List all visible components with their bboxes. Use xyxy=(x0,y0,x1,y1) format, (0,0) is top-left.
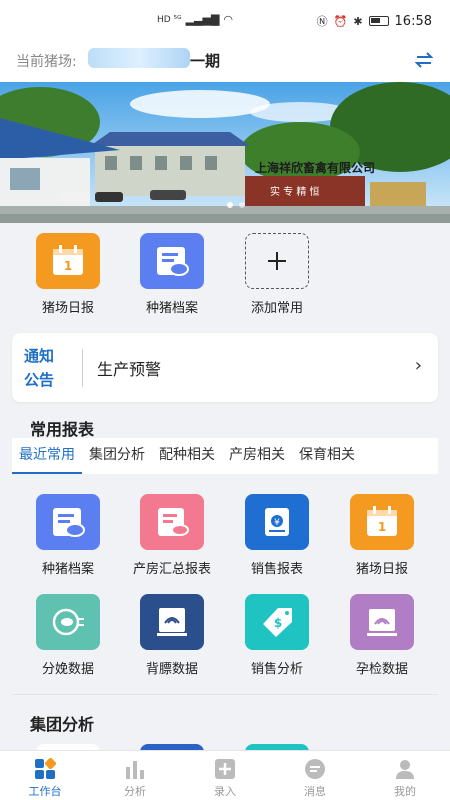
svg-text:¥: ¥ xyxy=(274,518,280,528)
nav-analysis[interactable]: 分析 xyxy=(90,751,180,800)
nav-label: 工作台 xyxy=(28,785,62,798)
signal-icon: ▂▃▅▇ xyxy=(185,13,220,26)
nav-label: 我的 xyxy=(394,785,416,798)
network-label: HD ⁵ᴳ xyxy=(157,14,182,25)
tab-recent[interactable]: 最近常用 xyxy=(12,438,82,474)
message-icon xyxy=(303,758,327,780)
section-title-reports: 常用报表 xyxy=(30,420,95,439)
report-label: 销售报表 xyxy=(250,562,303,577)
notice-tag-line2: 公告 xyxy=(24,371,55,389)
notice-text: 生产预警 xyxy=(97,360,162,379)
pregnancy-check-icon xyxy=(350,594,414,650)
bar-chart-icon xyxy=(123,758,147,780)
chevron-right-icon: › xyxy=(414,355,422,376)
report-label: 猪场日报 xyxy=(355,562,408,577)
report-sales-analysis[interactable]: $ 销售分析 xyxy=(225,594,329,677)
report-label: 销售分析 xyxy=(250,662,303,677)
report-label: 分娩数据 xyxy=(41,662,94,677)
notice-divider xyxy=(82,349,83,387)
section-divider xyxy=(12,694,438,695)
banner-image[interactable]: 上海祥欣畜禽有限公司 实 专 精 恒 xyxy=(0,82,450,223)
svg-text:1: 1 xyxy=(64,259,72,273)
switch-farm-icon[interactable] xyxy=(414,50,434,70)
alarm-icon: ⏰ xyxy=(333,14,348,28)
nfc-icon: Ⓝ xyxy=(316,15,328,28)
price-tag-icon: $ xyxy=(245,594,309,650)
calendar-icon: 1 xyxy=(350,494,414,550)
report-backfat-data[interactable]: 背膘数据 xyxy=(120,594,224,677)
notice-card[interactable]: 通知 公告 生产预警 › xyxy=(12,333,438,402)
tab-farrowing[interactable]: 产房相关 xyxy=(222,438,292,474)
backfat-ultrasound-icon xyxy=(140,594,204,650)
workbench-icon xyxy=(33,758,57,780)
clock: 16:58 xyxy=(394,13,432,29)
nav-workbench[interactable]: 工作台 xyxy=(0,751,90,800)
bottom-tab-bar: 工作台 分析 录入 消息 我的 xyxy=(0,750,450,800)
nav-profile[interactable]: 我的 xyxy=(360,751,450,800)
report-farrowing-data[interactable]: 分娩数据 xyxy=(16,594,120,677)
report-sales[interactable]: ¥ 销售报表 xyxy=(225,494,329,577)
calendar-icon: 1 xyxy=(36,233,100,289)
quick-label: 种猪档案 xyxy=(145,301,198,316)
status-right: Ⓝ ⏰ ✱ 16:58 xyxy=(317,13,432,29)
report-tabs: 最近常用 集团分析 配种相关 产房相关 保育相关 xyxy=(12,438,438,474)
banner-sign-text: 上海祥欣畜禽有限公司 xyxy=(255,160,375,175)
tab-breeding[interactable]: 配种相关 xyxy=(152,438,222,474)
tab-nursery[interactable]: 保育相关 xyxy=(292,438,362,474)
svg-text:$: $ xyxy=(274,616,282,630)
nav-label: 消息 xyxy=(304,785,326,798)
report-label: 种猪档案 xyxy=(41,562,94,577)
plus-icon xyxy=(245,233,309,289)
battery-icon xyxy=(368,16,389,26)
quick-access: 1 猪场日报 种猪档案 添加常用 xyxy=(0,223,450,323)
breeding-pig-file-icon xyxy=(36,494,100,550)
banner-wall-text: 实 专 精 恒 xyxy=(270,185,320,198)
quick-label: 猪场日报 xyxy=(41,301,94,316)
breeding-pig-file-icon xyxy=(140,233,204,289)
report-label: 孕检数据 xyxy=(355,662,408,677)
nav-label: 分析 xyxy=(124,785,146,798)
quick-label: 添加常用 xyxy=(250,301,303,316)
farm-selector-bar: 当前猪场: 一期 xyxy=(0,40,450,82)
nav-label: 录入 xyxy=(214,785,236,798)
farm-label: 当前猪场: xyxy=(16,54,77,70)
notice-tag: 通知 公告 xyxy=(24,344,54,392)
report-pregnancy-data[interactable]: 孕检数据 xyxy=(330,594,434,677)
quick-farm-daily-report[interactable]: 1 猪场日报 xyxy=(23,233,113,316)
wifi-icon: ◠ xyxy=(223,13,234,26)
tab-group-analysis[interactable]: 集团分析 xyxy=(82,438,152,474)
nav-messages[interactable]: 消息 xyxy=(270,751,360,800)
plus-box-icon xyxy=(213,758,237,780)
nav-entry[interactable]: 录入 xyxy=(180,751,270,800)
network-indicator: HD ⁵ᴳ ▂▃▅▇ ◠ xyxy=(157,13,233,26)
user-icon xyxy=(393,758,417,780)
section-title-group: 集团分析 xyxy=(30,715,95,734)
farm-name[interactable]: 一期 xyxy=(190,50,220,71)
farrowing-data-icon xyxy=(36,594,100,650)
farrowing-summary-icon xyxy=(140,494,204,550)
notice-tag-line1: 通知 xyxy=(24,347,55,365)
report-farrowing-summary[interactable]: 产房汇总报表 xyxy=(120,494,224,577)
quick-add-favorite[interactable]: 添加常用 xyxy=(232,233,322,316)
status-bar: HD ⁵ᴳ ▂▃▅▇ ◠ Ⓝ ⏰ ✱ 16:58 xyxy=(0,0,450,40)
sales-report-icon: ¥ xyxy=(245,494,309,550)
bluetooth-icon: ✱ xyxy=(353,14,363,28)
farm-name-redaction xyxy=(88,48,190,68)
svg-text:1: 1 xyxy=(378,520,386,534)
report-breeding-pig-file[interactable]: 种猪档案 xyxy=(16,494,120,577)
quick-breeding-pig-file[interactable]: 种猪档案 xyxy=(127,233,217,316)
report-label: 产房汇总报表 xyxy=(132,562,211,577)
report-farm-daily[interactable]: 1 猪场日报 xyxy=(330,494,434,577)
report-label: 背膘数据 xyxy=(145,662,198,677)
